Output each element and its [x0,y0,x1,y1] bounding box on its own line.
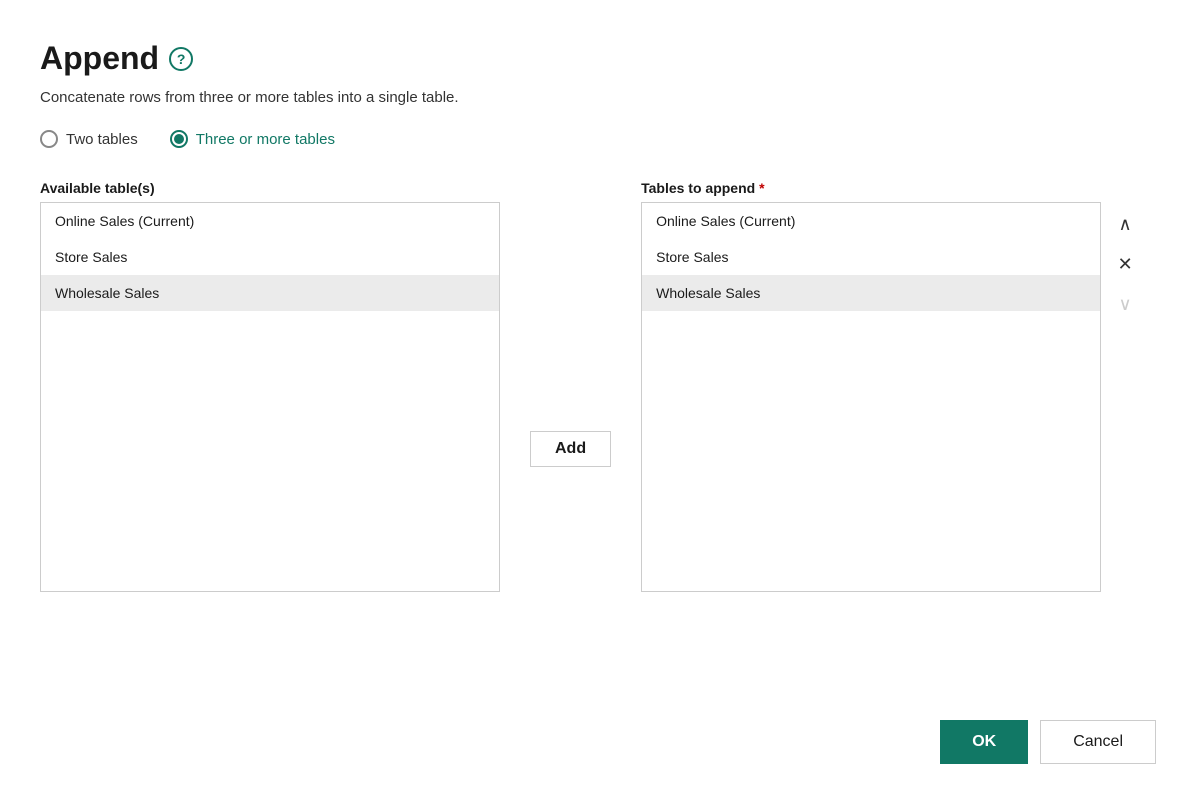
ok-button[interactable]: OK [940,720,1028,764]
title-row: Append ? [40,40,1156,77]
list-item[interactable]: Online Sales (Current) [642,203,1100,239]
radio-group: Two tables Three or more tables [40,130,1156,148]
radio-three-tables[interactable]: Three or more tables [170,130,335,148]
radio-three-tables-label: Three or more tables [196,131,335,148]
dialog-title: Append [40,40,159,77]
move-down-button[interactable]: ∨ [1109,288,1141,320]
list-item[interactable]: Wholesale Sales [41,275,499,311]
add-button[interactable]: Add [530,431,611,467]
side-controls: ∧ ✕ ∨ [1109,208,1141,320]
help-icon[interactable]: ? [169,47,193,71]
remove-button[interactable]: ✕ [1109,248,1141,280]
append-tables-label: Tables to append * [641,180,1101,196]
right-section: Tables to append * Online Sales (Current… [641,180,1141,592]
list-item[interactable]: Wholesale Sales [642,275,1100,311]
radio-two-tables-input[interactable] [40,130,58,148]
append-tables-list[interactable]: Online Sales (Current) Store Sales Whole… [641,202,1101,592]
list-item[interactable]: Store Sales [41,239,499,275]
footer: OK Cancel [40,710,1156,764]
available-tables-list[interactable]: Online Sales (Current) Store Sales Whole… [40,202,500,592]
append-dialog: Append ? Concatenate rows from three or … [0,0,1196,794]
radio-two-tables-label: Two tables [66,131,138,148]
list-item[interactable]: Online Sales (Current) [41,203,499,239]
cancel-button[interactable]: Cancel [1040,720,1156,764]
middle-section: Add [500,431,641,467]
append-tables-section: Tables to append * Online Sales (Current… [641,180,1101,592]
move-up-button[interactable]: ∧ [1109,208,1141,240]
available-tables-section: Available table(s) Online Sales (Current… [40,180,500,592]
radio-two-tables[interactable]: Two tables [40,130,138,148]
list-item[interactable]: Store Sales [642,239,1100,275]
content-area: Available table(s) Online Sales (Current… [40,180,1156,690]
available-tables-label: Available table(s) [40,180,500,196]
radio-three-tables-input[interactable] [170,130,188,148]
dialog-subtitle: Concatenate rows from three or more tabl… [40,89,1156,106]
required-star: * [759,180,764,196]
